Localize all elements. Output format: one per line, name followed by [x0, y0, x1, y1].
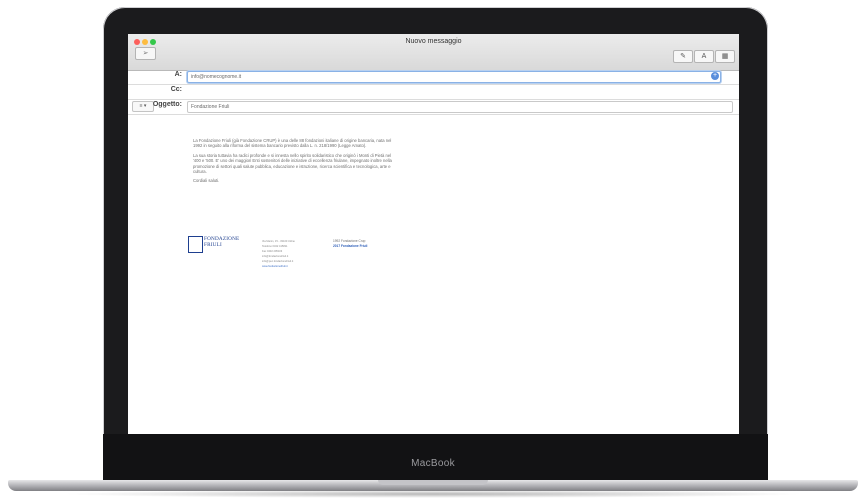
- laptop-shadow: [60, 490, 806, 498]
- attach-icon[interactable]: ✎: [673, 50, 693, 63]
- add-contact-icon[interactable]: +: [711, 72, 719, 80]
- cc-field[interactable]: [187, 86, 721, 98]
- logo-text: FONDAZIONE FRIULI: [204, 236, 240, 248]
- screen-bezel: [103, 434, 768, 480]
- cc-label: Cc:: [170, 86, 182, 93]
- cc-row: Cc:: [128, 85, 739, 100]
- send-button[interactable]: ➢: [135, 47, 156, 60]
- screen: Nuovo messaggio ➢ ✎ A ▦ A: info@nomecogn…: [128, 34, 739, 434]
- logo-mark-icon: [188, 236, 203, 253]
- to-field[interactable]: info@nomecognome.it: [187, 71, 721, 83]
- contact-website-link[interactable]: www.fondazionefriuli.it: [262, 264, 328, 269]
- history-line: 2017 Fondazione Friuli: [333, 243, 368, 248]
- photo-icon[interactable]: ▦: [715, 50, 735, 63]
- send-arrow-icon: ➢: [142, 50, 149, 57]
- subject-row: ≡ ▾ Oggetto: Fondazione Friuli: [128, 100, 739, 115]
- device-brand: MacBook: [411, 458, 455, 469]
- signature-contact: Via Manin, 15 - 33100 Udine Telefono 043…: [262, 239, 328, 269]
- body-paragraph: Cordiali saluti.: [193, 178, 220, 184]
- subject-label: Oggetto:: [152, 101, 182, 108]
- body-paragraph: La Fondazione Friuli (già Fondazione CRU…: [193, 138, 392, 149]
- format-menu-button[interactable]: ≡ ▾: [132, 101, 154, 112]
- font-icon[interactable]: A: [694, 50, 714, 63]
- message-body[interactable]: La Fondazione Friuli (già Fondazione CRU…: [193, 138, 393, 188]
- window-titlebar: Nuovo messaggio ➢ ✎ A ▦: [128, 34, 739, 71]
- laptop-notch: [378, 480, 488, 485]
- window-title: Nuovo messaggio: [405, 38, 462, 45]
- subject-field[interactable]: Fondazione Friuli: [187, 101, 733, 113]
- body-paragraph: La sua storia tuttavia ha radici profond…: [193, 152, 392, 175]
- fondazione-friuli-logo: FONDAZIONE FRIULI: [188, 234, 240, 256]
- to-row: A: info@nomecognome.it +: [128, 70, 739, 85]
- signature-history: 1992 Fondazione Crup 2017 Fondazione Fri…: [333, 239, 393, 249]
- to-label: A:: [174, 71, 182, 78]
